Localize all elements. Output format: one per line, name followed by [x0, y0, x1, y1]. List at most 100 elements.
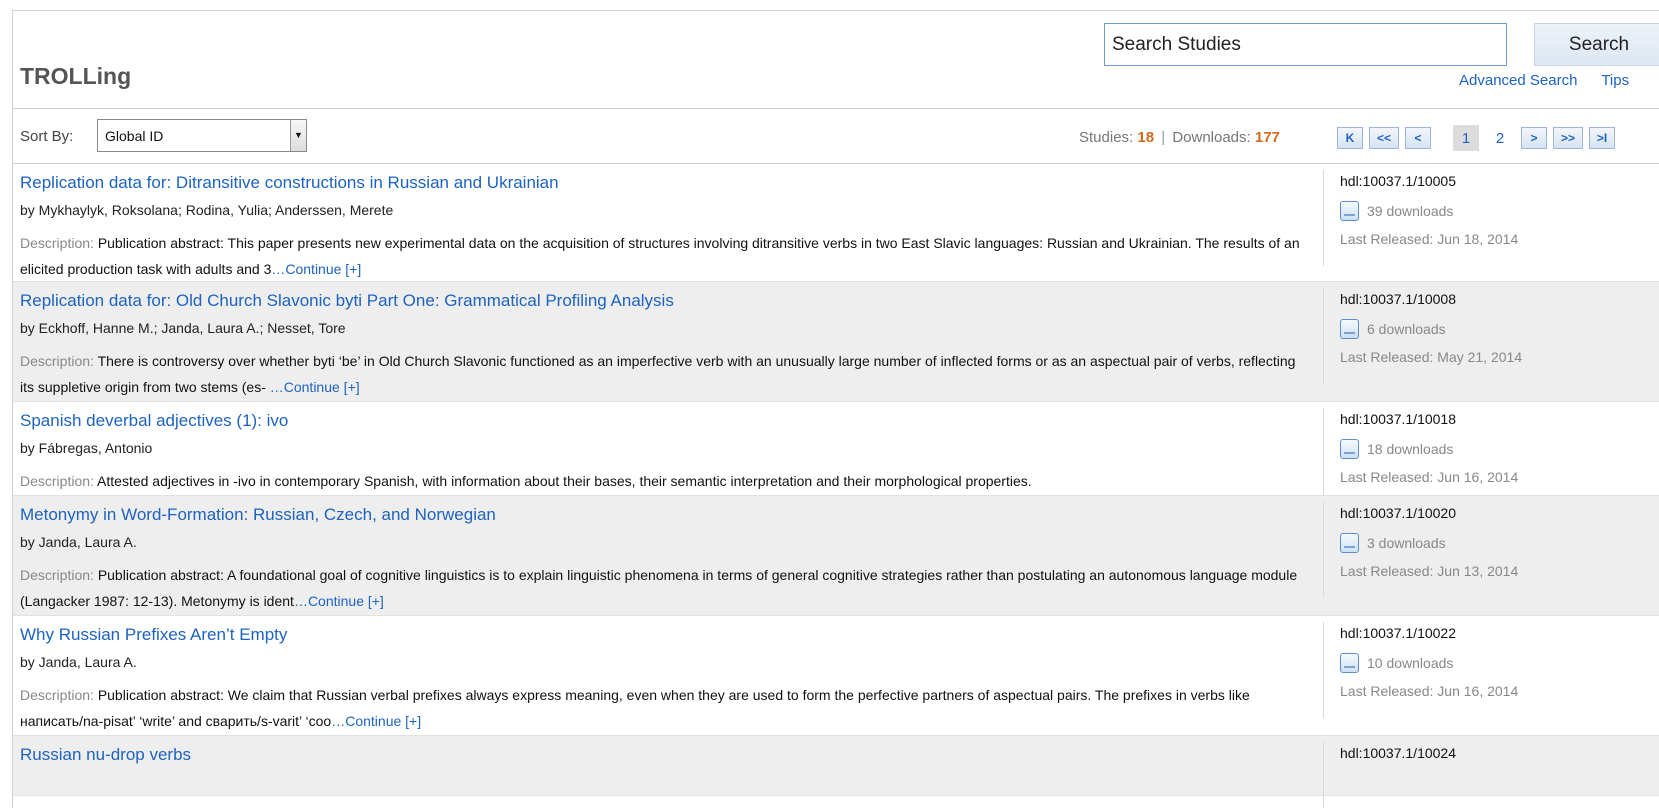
study-title-link[interactable]: Why Russian Prefixes Aren’t Empty — [20, 625, 287, 645]
study-row: Spanish deverbal adjectives (1): ivo by … — [13, 402, 1659, 504]
double-chevron-left-icon: << — [1376, 131, 1391, 145]
downloads-label: Downloads: — [1172, 129, 1251, 146]
continue-link[interactable]: …Continue [+] — [294, 593, 384, 609]
download-count[interactable]: 39 downloads — [1340, 201, 1453, 221]
download-count-text: 39 downloads — [1367, 203, 1454, 219]
sort-label: Sort By: — [20, 128, 74, 145]
release-date: Last Released: Jun 16, 2014 — [1340, 469, 1519, 485]
study-list: Replication data for: Ditransitive const… — [13, 164, 1659, 808]
downloads-count: 177 — [1254, 129, 1280, 146]
study-authors: by Janda, Laura A. — [20, 534, 137, 550]
next-set-button[interactable]: >> — [1553, 127, 1583, 149]
study-handle: hdl:10037.1/10024 — [1340, 745, 1456, 761]
study-row: Replication data for: Ditransitive const… — [13, 164, 1659, 282]
tips-link[interactable]: Tips — [1601, 72, 1629, 89]
description-label: Description: — [20, 687, 94, 703]
download-count[interactable]: 6 downloads — [1340, 319, 1446, 339]
last-page-button[interactable]: >I — [1589, 127, 1615, 149]
download-count-text: 3 downloads — [1367, 535, 1446, 551]
first-page-button[interactable]: K — [1337, 127, 1363, 149]
study-handle: hdl:10037.1/10018 — [1340, 411, 1456, 427]
document-icon — [1340, 201, 1359, 221]
double-chevron-right-icon: >> — [1560, 131, 1575, 145]
study-handle: hdl:10037.1/10005 — [1340, 173, 1456, 189]
study-title-link[interactable]: Replication data for: Ditransitive const… — [20, 173, 559, 193]
studies-label: Studies: — [1079, 129, 1134, 146]
release-date: Last Released: Jun 18, 2014 — [1340, 231, 1519, 247]
download-count-text: 10 downloads — [1367, 655, 1454, 671]
pagination: K << < 1 2 > >> >I — [1337, 125, 1621, 151]
study-title-link[interactable]: Metonymy in Word-Formation: Russian, Cze… — [20, 505, 496, 525]
chevron-down-icon: ▼ — [290, 120, 306, 151]
study-meta: hdl:10037.1/10018 18 downloads Last Rele… — [1323, 408, 1659, 504]
document-icon — [1340, 319, 1359, 339]
study-title-link[interactable]: Russian nu-drop verbs — [20, 745, 191, 765]
study-description: Description: There is controversy over w… — [20, 348, 1310, 400]
description-label: Description: — [20, 235, 94, 251]
studies-count: 18 — [1137, 129, 1155, 146]
study-handle: hdl:10037.1/10022 — [1340, 625, 1456, 641]
release-date: Last Released: May 21, 2014 — [1340, 349, 1523, 365]
header: TROLLing Search Advanced Search Tips — [13, 11, 1659, 109]
chevron-right-icon: > — [1530, 131, 1538, 145]
description-text: Publication abstract: We claim that Russ… — [20, 687, 1250, 729]
study-row: Replication data for: Old Church Slavoni… — [13, 282, 1659, 402]
release-date: Last Released: Jun 13, 2014 — [1340, 563, 1519, 579]
document-icon — [1340, 653, 1359, 673]
description-text: Publication abstract: This paper present… — [20, 235, 1300, 277]
stats: Studies: 18 | Downloads: 177 — [1079, 129, 1280, 146]
last-page-icon: >I — [1596, 131, 1608, 145]
study-row: Metonymy in Word-Formation: Russian, Cze… — [13, 496, 1659, 616]
description-text: There is controversy over whether byti ‘… — [20, 353, 1296, 395]
site-title: TROLLing — [20, 63, 132, 89]
study-row: Russian nu-drop verbs hdl:10037.1/10024 — [13, 736, 1659, 808]
toolbar: Sort By: Global ID ▼ Studies: 18 | Downl… — [13, 109, 1659, 164]
search-input[interactable] — [1104, 23, 1507, 66]
content-frame: TROLLing Search Advanced Search Tips Sor… — [12, 10, 1659, 808]
download-count-text: 6 downloads — [1367, 321, 1446, 337]
download-count[interactable]: 3 downloads — [1340, 533, 1446, 553]
study-title-link[interactable]: Replication data for: Old Church Slavoni… — [20, 291, 674, 311]
study-handle: hdl:10037.1/10020 — [1340, 505, 1456, 521]
study-description: Description: Publication abstract: A fou… — [20, 562, 1310, 614]
continue-link[interactable]: …Continue [+] — [271, 261, 361, 277]
description-text: Attested adjectives in -ivo in contempor… — [97, 473, 1032, 489]
study-meta: hdl:10037.1/10022 10 downloads Last Rele… — [1323, 622, 1659, 718]
previous-set-button[interactable]: << — [1369, 127, 1399, 149]
study-authors: by Eckhoff, Hanne M.; Janda, Laura A.; N… — [20, 320, 346, 336]
download-count-text: 18 downloads — [1367, 441, 1454, 457]
download-count[interactable]: 10 downloads — [1340, 653, 1453, 673]
first-page-icon: K — [1345, 131, 1355, 145]
search-button[interactable]: Search — [1534, 23, 1659, 66]
page-1[interactable]: 1 — [1453, 125, 1479, 151]
study-authors: by Fábregas, Antonio — [20, 440, 153, 456]
sort-select[interactable]: Global ID ▼ — [97, 119, 307, 152]
description-label: Description: — [20, 473, 94, 489]
continue-link[interactable]: …Continue [+] — [331, 713, 421, 729]
description-text: Publication abstract: A foundational goa… — [20, 567, 1298, 609]
stats-separator: | — [1161, 129, 1166, 146]
page-2[interactable]: 2 — [1487, 125, 1513, 151]
study-meta: hdl:10037.1/10024 — [1323, 742, 1659, 808]
continue-link[interactable]: …Continue [+] — [270, 379, 360, 395]
study-meta: hdl:10037.1/10008 6 downloads Last Relea… — [1323, 288, 1659, 384]
description-label: Description: — [20, 567, 94, 583]
document-icon — [1340, 439, 1359, 459]
description-label: Description: — [20, 353, 94, 369]
study-meta: hdl:10037.1/10005 39 downloads Last Rele… — [1323, 170, 1659, 266]
study-title-link[interactable]: Spanish deverbal adjectives (1): ivo — [20, 411, 288, 431]
release-date: Last Released: Jun 16, 2014 — [1340, 683, 1519, 699]
document-icon — [1340, 533, 1359, 553]
chevron-left-icon: < — [1414, 131, 1422, 145]
study-row: Why Russian Prefixes Aren’t Empty by Jan… — [13, 616, 1659, 736]
study-description: Description: Publication abstract: This … — [20, 230, 1310, 282]
study-description: Description: Publication abstract: We cl… — [20, 682, 1310, 734]
next-page-button[interactable]: > — [1521, 127, 1547, 149]
study-description: Description: Attested adjectives in -ivo… — [20, 468, 1310, 494]
download-count[interactable]: 18 downloads — [1340, 439, 1453, 459]
previous-page-button[interactable]: < — [1405, 127, 1431, 149]
sort-select-value: Global ID — [105, 127, 164, 144]
advanced-search-link[interactable]: Advanced Search — [1459, 72, 1577, 89]
study-authors: by Janda, Laura A. — [20, 654, 137, 670]
study-authors: by Mykhaylyk, Roksolana; Rodina, Yulia; … — [20, 202, 394, 218]
